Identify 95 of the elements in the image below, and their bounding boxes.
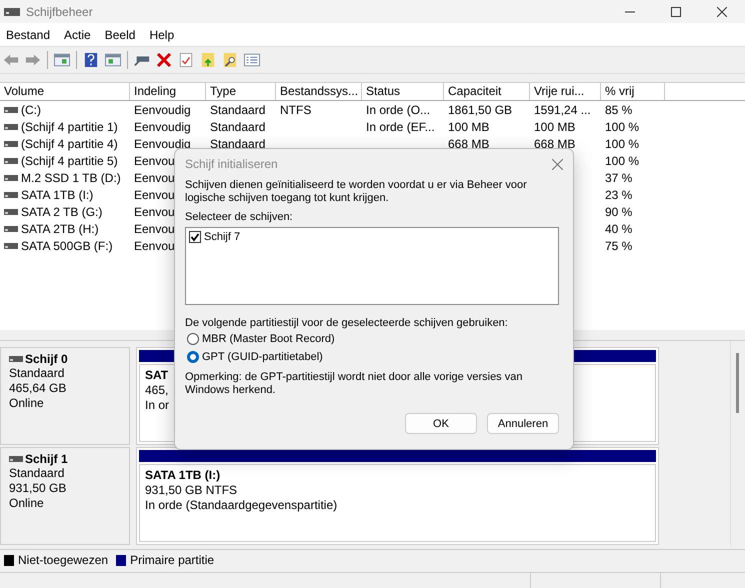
- table-cell: Standaard: [210, 136, 266, 150]
- radio-button[interactable]: [187, 333, 199, 345]
- partition-detail: 465,: [145, 383, 168, 398]
- table-cell: Standaard: [210, 102, 266, 116]
- table-cell: 75 %: [605, 238, 632, 252]
- intro-text: Schijven dienen geïnitialiseerd te worden voordat u er via Beheer voor logische schijven toegang tot kunt krijgen.: [185, 179, 528, 205]
- table-cell: 90 %: [605, 204, 632, 218]
- legend-label: Primaire partitie: [130, 553, 214, 567]
- table-cell: In orde (EF...: [366, 120, 435, 134]
- radio-button[interactable]: [187, 351, 199, 363]
- table-cell: SATA 2 TB (G:): [21, 204, 102, 218]
- disk-type: Standaard: [9, 466, 66, 481]
- select-label: Selecteer de schijven:: [185, 211, 294, 224]
- dialog-title: Schijf initialiseren: [185, 157, 278, 171]
- table-cell: Eenvoudig: [134, 120, 191, 134]
- disk-name: Schijf 1: [25, 452, 68, 466]
- column-header[interactable]: Capaciteit: [444, 83, 530, 100]
- list-icon[interactable]: [244, 53, 260, 67]
- table-cell: 100 MB: [448, 120, 490, 134]
- table-cell: (Schijf 4 partitie 4): [21, 136, 118, 150]
- table-cell: Eenvou: [134, 238, 175, 252]
- table-cell: 100 %: [605, 120, 640, 134]
- panel-icon[interactable]: [54, 53, 70, 67]
- table-cell: Eenvou: [134, 154, 175, 168]
- partition-detail: 931,50 GB NTFS: [145, 483, 238, 498]
- table-cell: NTFS: [280, 102, 312, 116]
- disk-size: 465,64 GB: [9, 381, 68, 396]
- column-header[interactable]: Bestandssys...: [276, 83, 362, 100]
- note-text: Opmerking: de GPT-partitiestijl wordt niet door alle vorige versies van Windows herkend.: [185, 371, 524, 397]
- table-cell: Eenvoudig: [134, 136, 191, 150]
- close-icon[interactable]: [717, 6, 727, 16]
- table-cell: SATA 1TB (I:): [21, 188, 94, 202]
- checklist-icon[interactable]: [178, 53, 194, 67]
- column-header[interactable]: Indeling: [130, 83, 206, 100]
- column-header[interactable]: Vrije rui...: [530, 83, 601, 100]
- table-cell: SATA 500GB (F:): [21, 238, 113, 252]
- disk-size: 931,50 GB: [9, 481, 68, 496]
- checkbox[interactable]: [189, 231, 201, 243]
- column-header[interactable]: Type: [206, 83, 276, 100]
- radio-label: MBR (Master Boot Record): [202, 333, 335, 345]
- disk-name: Schijf 0: [25, 352, 68, 366]
- table-cell: 668 MB: [534, 136, 576, 150]
- menu-item[interactable]: Help: [149, 28, 174, 42]
- back-icon[interactable]: [3, 53, 19, 67]
- table-cell: 1591,24 ...: [534, 102, 591, 116]
- table-cell: Eenvoudig: [134, 102, 191, 116]
- radio-label: GPT (GUID-partitietabel): [202, 351, 323, 363]
- disk-state: Online: [9, 396, 45, 411]
- table-cell: 100 MB: [534, 120, 576, 134]
- table-cell: 668 MB: [448, 136, 490, 150]
- folder-up-icon[interactable]: [200, 53, 216, 67]
- disk-label: Schijf 7: [204, 231, 240, 243]
- maximize-icon[interactable]: [671, 6, 681, 16]
- disk-list[interactable]: Schijf 7: [185, 227, 559, 305]
- forward-icon[interactable]: [25, 53, 41, 67]
- table-cell: 85 %: [605, 102, 632, 116]
- help-icon[interactable]: [83, 53, 99, 67]
- dialog-button[interactable]: OK: [405, 413, 477, 434]
- table-cell: SATA 2TB (H:): [21, 222, 99, 236]
- partition-status: In orde (Standaardgegevenspartitie): [145, 498, 338, 513]
- partition-status: In or: [145, 398, 170, 413]
- window-title: Schijfbeheer: [26, 4, 93, 18]
- table-cell: Eenvou: [134, 170, 175, 184]
- column-header[interactable]: Status: [362, 83, 444, 100]
- column-header[interactable]: Volume: [0, 83, 130, 100]
- panel-icon[interactable]: [105, 53, 121, 67]
- table-cell: 100 %: [605, 136, 640, 150]
- table-cell: M.2 SSD 1 TB (D:): [21, 170, 121, 184]
- table-cell: 100 %: [605, 154, 640, 168]
- table-cell: 1861,50 GB: [448, 102, 512, 116]
- style-label: De volgende partitiestijl voor de geselecteerde schijven gebruiken:: [185, 317, 509, 330]
- table-cell: (Schijf 4 partitie 1): [21, 120, 118, 134]
- table-cell: 40 %: [605, 222, 632, 236]
- disk-state: Online: [9, 496, 45, 511]
- table-cell: (C:): [21, 102, 41, 116]
- dialog-button[interactable]: Annuleren: [487, 413, 559, 434]
- partition-name: SAT: [145, 368, 168, 383]
- table-cell: Eenvou: [134, 222, 175, 236]
- table-cell: 37 %: [605, 170, 632, 184]
- menu-item[interactable]: Actie: [64, 28, 91, 42]
- disk-type: Standaard: [9, 366, 66, 381]
- table-cell: Eenvou: [134, 188, 175, 202]
- table-cell: In orde (O...: [366, 102, 430, 116]
- delete-icon[interactable]: [156, 53, 172, 67]
- menu-item[interactable]: Bestand: [6, 28, 50, 42]
- column-header[interactable]: % vrij: [601, 83, 665, 100]
- partition-block[interactable]: SATA 1TB (I:) 931,50 GB NTFS In orde (Standaardgegevenspartitie): [136, 447, 659, 545]
- legend-label: Niet-toegewezen: [18, 553, 108, 567]
- partition-name: SATA 1TB (I:): [145, 468, 220, 483]
- table-cell: Eenvou: [134, 204, 175, 218]
- search-icon[interactable]: [222, 53, 238, 67]
- table-cell: (Schijf 4 partitie 5): [21, 154, 118, 168]
- menu-item[interactable]: Beeld: [104, 28, 136, 42]
- table-cell: 23 %: [605, 188, 632, 202]
- table-cell: Standaard: [210, 120, 266, 134]
